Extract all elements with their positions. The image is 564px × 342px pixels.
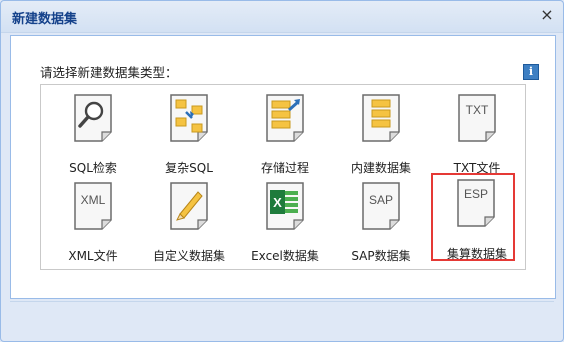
tile-label: 内建数据集 bbox=[350, 161, 411, 175]
tile-label: Excel数据集 bbox=[251, 249, 319, 263]
tile-label: 集算数据集 bbox=[446, 247, 507, 261]
type-prompt: 请选择新建数据集类型： bbox=[40, 65, 178, 80]
dataset-type-panel: SQL检索 复杂SQL 存储过程 内建数据集 TXT TXT文件 XML XML… bbox=[40, 84, 526, 270]
dialog-footer-divider bbox=[10, 301, 554, 302]
tile-stored-procedure[interactable]: 存储过程 bbox=[244, 92, 326, 176]
info-icon[interactable]: i bbox=[523, 64, 539, 80]
tile-excel-dataset[interactable]: X Excel数据集 bbox=[244, 180, 326, 264]
svg-text:X: X bbox=[273, 195, 282, 210]
dialog-body: 请选择新建数据集类型： i SQL检索 复杂SQL 存储过程 内建数据集 TXT… bbox=[10, 35, 556, 299]
tile-label: 存储过程 bbox=[260, 161, 309, 175]
tile-sap-dataset[interactable]: SAP SAP数据集 bbox=[340, 180, 422, 264]
new-dataset-dialog: 新建数据集 × 请选择新建数据集类型： i SQL检索 复杂SQL 存储过程 内… bbox=[0, 0, 564, 342]
sap-icon: SAP bbox=[362, 182, 400, 230]
tile-label: 自定义数据集 bbox=[152, 249, 225, 263]
esp-icon: ESP bbox=[457, 179, 495, 227]
builtin-dataset-icon bbox=[362, 94, 400, 142]
excel-icon: X bbox=[266, 182, 304, 230]
complex-sql-icon bbox=[170, 94, 208, 142]
svg-text:SAP: SAP bbox=[369, 193, 393, 207]
close-icon[interactable]: × bbox=[539, 7, 555, 23]
tile-txt-file[interactable]: TXT TXT文件 bbox=[436, 92, 518, 176]
tile-custom-dataset[interactable]: 自定义数据集 bbox=[148, 180, 230, 264]
tile-xml-file[interactable]: XML XML文件 bbox=[52, 180, 134, 264]
tile-label: SAP数据集 bbox=[351, 249, 411, 263]
pencil-icon bbox=[170, 182, 208, 230]
search-icon bbox=[74, 94, 112, 142]
tile-builtin-dataset[interactable]: 内建数据集 bbox=[340, 92, 422, 176]
tile-esproc-dataset[interactable]: ESP 集算数据集 bbox=[431, 173, 515, 261]
svg-text:XML: XML bbox=[81, 193, 106, 207]
txt-file-icon: TXT bbox=[458, 94, 496, 142]
xml-file-icon: XML bbox=[74, 182, 112, 230]
dialog-titlebar: 新建数据集 × bbox=[1, 1, 563, 33]
tile-sql-search[interactable]: SQL检索 bbox=[52, 92, 134, 176]
dialog-title: 新建数据集 bbox=[12, 12, 78, 27]
tile-label: SQL检索 bbox=[69, 161, 117, 175]
tile-label: XML文件 bbox=[68, 249, 118, 263]
svg-text:ESP: ESP bbox=[464, 187, 488, 201]
stored-procedure-icon bbox=[266, 94, 304, 142]
tile-complex-sql[interactable]: 复杂SQL bbox=[148, 92, 230, 176]
tile-label: 复杂SQL bbox=[165, 161, 213, 175]
svg-text:TXT: TXT bbox=[466, 103, 489, 117]
